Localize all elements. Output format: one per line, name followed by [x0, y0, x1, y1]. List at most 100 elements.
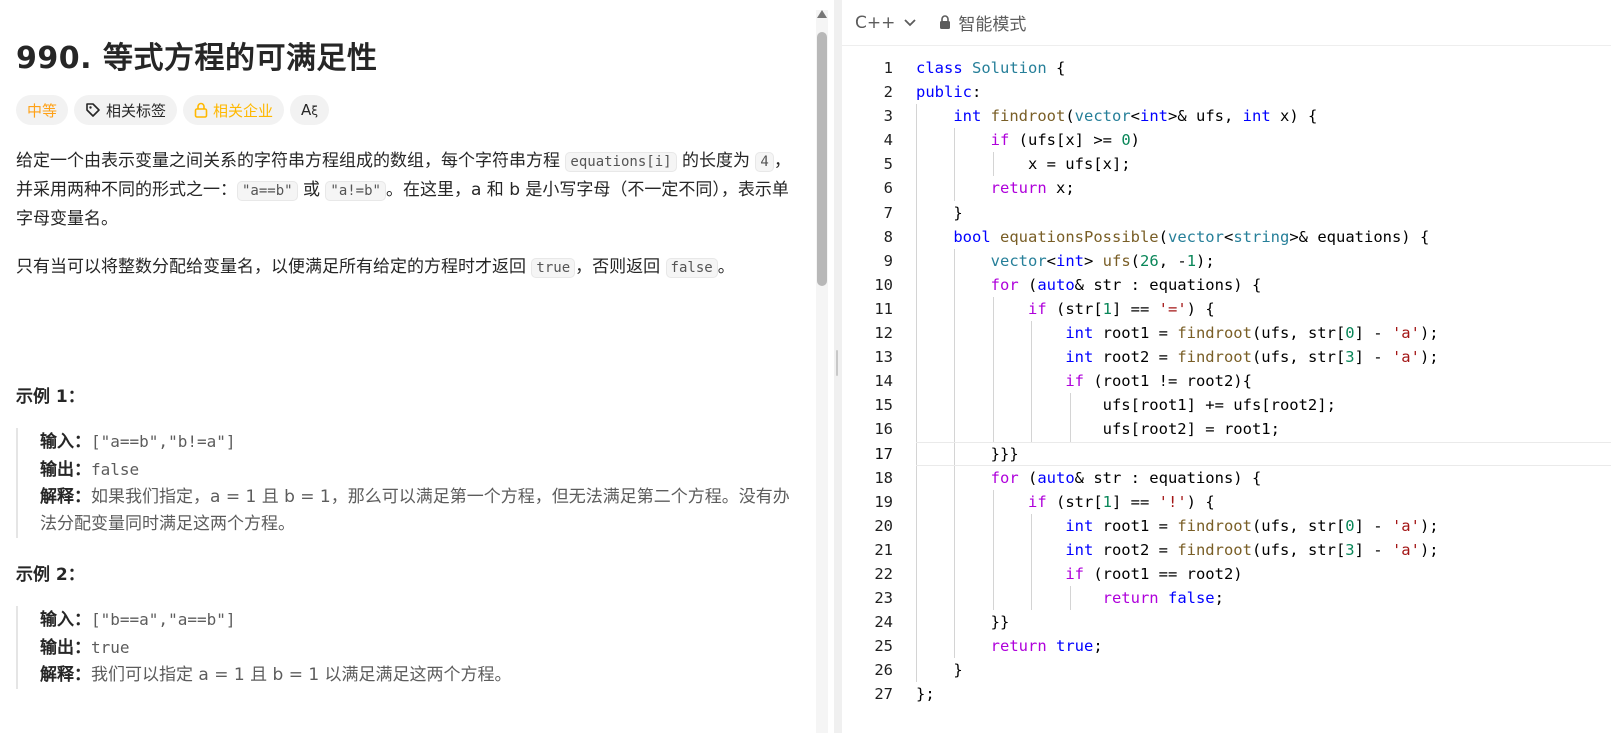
code-line[interactable]: 12 int root1 = findroot(ufs, str[0] - 'a…	[842, 321, 1611, 346]
panel-resize-handle[interactable]	[834, 0, 842, 733]
example-1-title: 示例 1：	[16, 387, 85, 407]
example-output: false	[91, 460, 140, 479]
scrollbar-thumb[interactable]	[817, 32, 827, 286]
indent-guide	[954, 586, 956, 611]
code-line[interactable]: 25 return true;	[842, 634, 1611, 659]
indent-guide	[1031, 369, 1033, 394]
code-line-text: if (ufs[x] >= 0)	[990, 131, 1140, 150]
code-line[interactable]: 4 if (ufs[x] >= 0)	[842, 128, 1611, 153]
indent-guide	[954, 369, 956, 394]
indent-guide	[954, 128, 956, 153]
code-line-text: };	[916, 685, 935, 704]
chevron-down-icon	[904, 18, 916, 26]
description-panel: 990. 等式方程的可满足性 中等 相关标签 相关企业 Aξ 给定一个由表示变量…	[0, 0, 834, 733]
line-number: 12	[874, 324, 893, 343]
code-line[interactable]: 2 public:	[842, 80, 1611, 104]
indent-guide	[954, 537, 956, 562]
code-line[interactable]: 18 for (auto& str : equations) {	[842, 465, 1611, 490]
smart-mode-toggle[interactable]: 智能模式	[939, 10, 1026, 35]
line-number: 13	[874, 348, 893, 367]
code-line[interactable]: 3 int findroot(vector<int>& ufs, int x) …	[842, 104, 1611, 129]
scroll-up-arrow-icon[interactable]	[817, 10, 827, 18]
inline-code: true	[531, 258, 576, 278]
line-number: 7	[883, 203, 893, 222]
code-line-text: if (root1 != root2){	[1065, 372, 1252, 391]
indent-guide	[916, 489, 917, 514]
description-paragraph-1: 给定一个由表示变量之间关系的字符串方程组成的数组，每个字符串方程 equatio…	[16, 151, 791, 229]
code-line[interactable]: 22 if (root1 == root2)	[842, 561, 1611, 587]
example-output: true	[91, 638, 130, 657]
code-line[interactable]: 24 }}	[842, 610, 1611, 635]
code-line[interactable]: 16 ufs[root2] = root1;	[842, 417, 1611, 442]
code-line-text: for (auto& str : equations) {	[990, 468, 1262, 487]
code-line[interactable]: 23 return false;	[842, 586, 1611, 611]
example-2-block: 输入：["b==a","a==b"] 输出：true 解释：我们可以指定 a =…	[16, 606, 791, 689]
line-number: 8	[883, 227, 893, 246]
code-line-text: if (root1 == root2)	[1065, 564, 1243, 583]
indent-guide	[1069, 393, 1071, 418]
indent-guide	[916, 513, 917, 538]
indent-guide	[916, 417, 917, 442]
line-number: 9	[883, 251, 893, 270]
code-line[interactable]: 8 bool equationsPossible(vector<string>&…	[842, 224, 1611, 249]
smart-mode-label: 智能模式	[958, 15, 1027, 35]
inline-code: "a!=b"	[325, 181, 386, 201]
code-line[interactable]: 5 x = ufs[x];	[842, 152, 1611, 177]
code-line[interactable]: 20 int root1 = findroot(ufs, str[0] - 'a…	[842, 513, 1611, 538]
indent-guide	[916, 634, 917, 659]
code-line[interactable]: 21 int root2 = findroot(ufs, str[3] - 'a…	[842, 537, 1611, 562]
translate-button[interactable]: Aξ	[290, 95, 330, 125]
indent-guide	[916, 658, 917, 683]
example-explanation: 如果我们指定，a = 1 且 b = 1，那么可以满足第一个方程，但无法满足第二…	[40, 487, 790, 534]
code-line[interactable]: 27};	[842, 682, 1611, 706]
problem-tags: 中等 相关标签 相关企业 Aξ	[16, 95, 330, 127]
code-line[interactable]: 26 }	[842, 658, 1611, 683]
indent-guide	[992, 296, 994, 322]
example-input: ["a==b","b!=a"]	[91, 432, 236, 451]
indent-guide	[992, 586, 994, 611]
line-number: 27	[874, 685, 893, 704]
indent-guide	[1031, 345, 1033, 370]
line-number: 19	[874, 492, 893, 511]
code-line-text: int findroot(vector<int>& ufs, int x) {	[953, 107, 1318, 126]
code-line[interactable]: 7 }	[842, 200, 1611, 225]
indent-guide	[954, 272, 956, 297]
code-editor-panel: C++ 智能模式 1 class Solution {2 public: 3 int …	[842, 0, 1611, 733]
line-number: 3	[883, 107, 893, 126]
code-line-text: ufs[root1] += ufs[root2];	[916, 396, 1336, 415]
inline-code: 4	[755, 152, 774, 172]
related-companies-button[interactable]: 相关企业	[183, 95, 285, 125]
code-line[interactable]: 10 for (auto& str : equations) {	[842, 272, 1611, 297]
code-line[interactable]: 17 }}}	[842, 441, 1611, 466]
language-label: C++	[855, 12, 896, 33]
difficulty-badge[interactable]: 中等	[16, 95, 69, 125]
line-number: 18	[874, 468, 893, 487]
code-line[interactable]: 13 int root2 = findroot(ufs, str[3] - 'a…	[842, 345, 1611, 370]
description-scrollbar[interactable]	[816, 10, 828, 733]
code-line[interactable]: 6 return x;	[842, 176, 1611, 201]
indent-guide	[916, 561, 917, 587]
indent-guide	[916, 441, 917, 466]
line-number: 24	[874, 613, 893, 632]
code-line[interactable]: 11 if (str[1] == '=') {	[842, 296, 1611, 322]
drag-grip-icon	[836, 350, 838, 376]
code-line-text: return x;	[990, 179, 1075, 198]
example-explanation: 我们可以指定 a = 1 且 b = 1 以满足满足这两个方程。	[91, 665, 512, 685]
code-line[interactable]: 15 ufs[root1] += ufs[root2];	[842, 393, 1611, 418]
code-line[interactable]: 19 if (str[1] == '!') {	[842, 489, 1611, 514]
related-topics-button[interactable]: 相关标签	[74, 95, 178, 125]
code-line[interactable]: 14 if (root1 != root2){	[842, 369, 1611, 394]
indent-guide	[954, 610, 956, 635]
indent-guide	[916, 369, 917, 394]
code-area[interactable]: 1 class Solution {2 public: 3 int findroot(…	[842, 56, 1611, 707]
indent-guide	[954, 561, 956, 587]
language-select[interactable]: C++	[855, 13, 917, 33]
code-line[interactable]: 1 class Solution {	[842, 56, 1611, 80]
code-line[interactable]: 9 vector<int> ufs(26, -1);	[842, 248, 1611, 273]
indent-guide	[916, 104, 917, 129]
indent-guide	[954, 248, 956, 273]
code-line-text: vector<int> ufs(26, -1);	[990, 251, 1215, 270]
code-line-text: for (auto& str : equations) {	[990, 275, 1262, 294]
indent-guide	[916, 393, 917, 418]
indent-guide	[916, 200, 917, 225]
